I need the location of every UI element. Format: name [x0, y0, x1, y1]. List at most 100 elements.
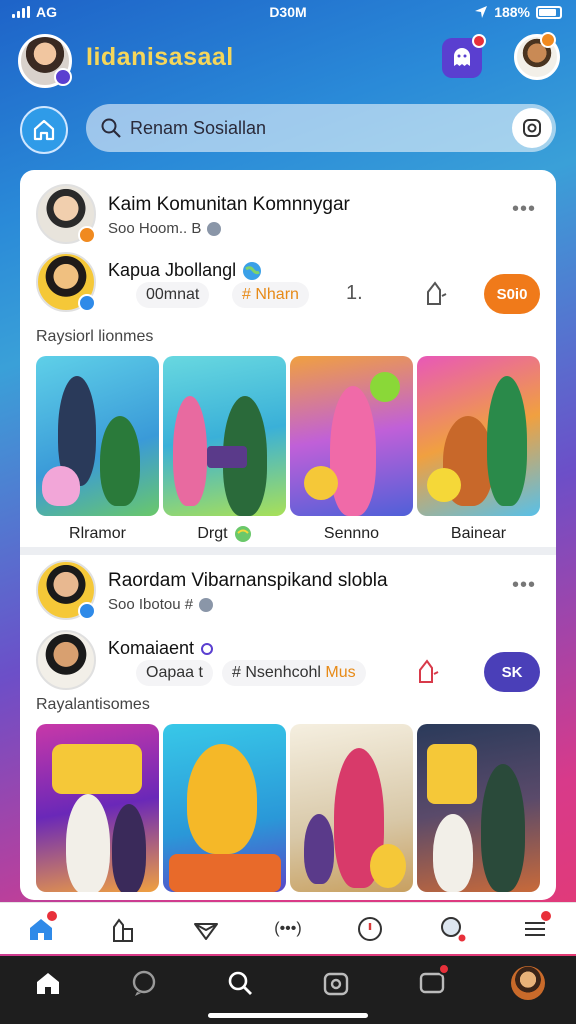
home-icon — [33, 119, 55, 141]
sub-avatar[interactable] — [36, 252, 96, 312]
section-label: Raysiorl lionmes — [36, 328, 154, 345]
caption-drgt: Drgt — [163, 522, 286, 546]
emoji-icon — [234, 526, 251, 542]
verified-badge-icon — [78, 602, 96, 620]
gallery-image[interactable] — [36, 724, 159, 892]
nav-profile[interactable] — [508, 963, 548, 1003]
search-icon — [440, 916, 466, 941]
tab-clock[interactable] — [350, 909, 390, 949]
post-meta-text: Soo Ibotou # — [108, 596, 194, 613]
sub-row: Komaiaent Oapaa t # Nsenhcohl Mus SK — [36, 630, 540, 694]
post: Kaim Komunitan Komnnygar Soo Hoom.. B ••… — [20, 170, 556, 542]
action-button[interactable]: S0i0 — [484, 274, 540, 314]
author-badge-icon — [78, 226, 96, 244]
gallery-image[interactable] — [290, 724, 413, 892]
nav-chat[interactable] — [124, 963, 164, 1003]
section-label: Rayalantisomes — [36, 696, 150, 713]
notifications-button[interactable] — [442, 34, 486, 78]
tab-heart[interactable] — [186, 909, 226, 949]
sub-name-text: Komaiaent — [108, 638, 195, 658]
gallery-image[interactable] — [417, 356, 540, 516]
gallery-image[interactable] — [417, 724, 540, 892]
ghost-icon — [454, 48, 470, 66]
camera-icon — [323, 972, 349, 996]
group-badge-icon — [54, 68, 72, 86]
post-meta: Soo Hoom.. B — [108, 220, 222, 237]
author-name[interactable]: Raordam Vibarnanspikand slobla — [108, 570, 388, 592]
gallery-image[interactable] — [163, 356, 286, 516]
stat-chip-accent[interactable]: # Nharn — [232, 282, 309, 308]
status-bar: AG D30M 188% — [0, 0, 576, 26]
stat-chip[interactable]: # Nsenhcohl Mus — [222, 660, 366, 686]
gallery-image[interactable] — [163, 724, 286, 892]
sub-name[interactable]: Kapua Jbollangl — [108, 260, 262, 281]
caption: Bainear — [450, 525, 507, 542]
author-name[interactable]: Kaim Komunitan Komnnygar — [108, 194, 350, 216]
notification-dot — [438, 963, 450, 975]
tab-search[interactable] — [433, 909, 473, 949]
author-avatar[interactable] — [36, 560, 96, 620]
battery-icon — [536, 5, 562, 19]
globe-icon — [199, 597, 214, 612]
app-header: Iidanisasaal — [0, 30, 576, 90]
sub-name-text: Kapua Jbollangl — [108, 260, 237, 280]
home-button[interactable] — [20, 106, 68, 154]
gallery-image[interactable] — [290, 356, 413, 516]
chat-icon — [132, 970, 156, 996]
notification-dot — [540, 910, 551, 921]
notification-dot — [47, 910, 58, 921]
tab-home[interactable] — [21, 909, 61, 949]
sub-name[interactable]: Komaiaent — [108, 638, 214, 659]
caption: Sennno — [323, 525, 380, 542]
verified-badge-icon — [78, 294, 96, 312]
shop-icon — [113, 917, 134, 942]
notification-dot — [472, 34, 486, 48]
image-gallery — [36, 724, 540, 892]
tab-messages[interactable]: (•••) — [268, 909, 308, 949]
tab-menu[interactable] — [515, 909, 555, 949]
globe-emoji-icon — [243, 261, 262, 280]
stat-chip[interactable]: 00mnat — [136, 282, 210, 308]
share-icon[interactable] — [420, 278, 450, 308]
gallery-captions: Rlramor Drgt Sennno Bainear — [36, 522, 540, 546]
search-bar[interactable] — [86, 104, 556, 152]
nav-search[interactable] — [220, 963, 260, 1003]
nav-home[interactable] — [28, 963, 68, 1003]
bottom-nav — [0, 956, 576, 1024]
stat-chip[interactable]: Oapaa t — [136, 660, 213, 686]
camera-search-button[interactable] — [512, 108, 552, 148]
share-icon[interactable] — [412, 656, 442, 686]
post-divider — [20, 547, 556, 555]
tab-bar: (•••) — [0, 902, 576, 954]
app-title: Iidanisasaal — [86, 43, 234, 71]
post: Raordam Vibarnanspikand slobla Soo Iboto… — [20, 556, 556, 900]
search-icon — [101, 118, 121, 138]
clock-icon — [358, 916, 383, 941]
nav-camera[interactable] — [316, 963, 356, 1003]
author-avatar[interactable] — [36, 184, 96, 244]
post-author-row: Raordam Vibarnanspikand slobla Soo Iboto… — [36, 560, 536, 620]
tab-shop[interactable] — [103, 909, 143, 949]
sub-avatar[interactable] — [36, 630, 96, 690]
nav-notifications[interactable] — [412, 963, 452, 1003]
caption-text: Drgt — [197, 525, 228, 542]
search-input[interactable] — [130, 117, 480, 139]
profile-status-dot — [540, 32, 556, 48]
image-gallery — [36, 356, 540, 516]
camera-icon — [523, 119, 541, 137]
stat-chip-accent: Mus — [325, 664, 356, 681]
gallery-image[interactable] — [36, 356, 159, 516]
action-button[interactable]: SK — [484, 652, 540, 692]
post-author-row: Kaim Komunitan Komnnygar Soo Hoom.. B ••… — [36, 184, 536, 244]
sub-row: Kapua Jbollangl 00mnat # Nharn 1. S0i0 — [36, 252, 540, 316]
count-label: 1. — [346, 282, 363, 304]
search-icon — [228, 971, 252, 995]
location-icon — [475, 6, 488, 18]
more-options-button[interactable]: ••• — [512, 574, 536, 597]
home-indicator — [208, 1013, 368, 1018]
stat-chip-text: # Nsenhcohl — [232, 664, 321, 681]
globe-icon — [207, 221, 222, 236]
post-meta-text: Soo Hoom.. B — [108, 220, 202, 237]
more-options-button[interactable]: ••• — [512, 198, 536, 221]
profile-avatar — [511, 966, 545, 1000]
